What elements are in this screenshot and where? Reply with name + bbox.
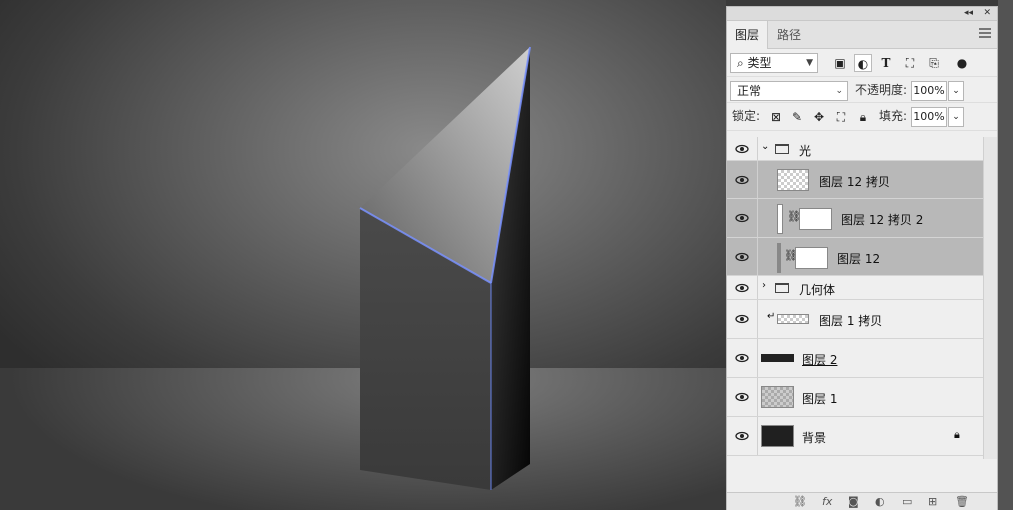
- layers-list: ⌄ 光 图层 12 拷贝 ⛓ 图层 12 拷贝 2 ⛓ 图层 12 › 几何体 …: [727, 137, 983, 459]
- document-canvas[interactable]: [0, 0, 726, 510]
- layer-row[interactable]: 图层 2: [727, 339, 983, 378]
- fill-dropdown-icon[interactable]: ⌄: [948, 107, 964, 127]
- folder-icon: [775, 283, 789, 293]
- layer-name: 图层 2: [802, 353, 838, 367]
- layer-thumbnail: [761, 354, 794, 362]
- chevron-down-icon[interactable]: ⌄: [761, 141, 769, 152]
- lock-transparency-icon[interactable]: ⊠: [767, 108, 785, 126]
- clipping-arrow-icon: ↵: [767, 311, 776, 322]
- eye-icon[interactable]: [735, 392, 749, 402]
- filter-pixel-icon[interactable]: ▣: [831, 54, 849, 72]
- tab-paths[interactable]: 路径: [769, 21, 809, 49]
- layer-name: 图层 1: [802, 392, 838, 406]
- lock-paint-icon[interactable]: ✎: [788, 108, 806, 126]
- filter-row: ⌕ 类型 ▼ ▣ ◐ T ⛶ ⎘ ●: [727, 49, 997, 77]
- blend-row: 正常 ⌄ 不透明度: 100% ⌄: [727, 77, 997, 103]
- filter-smart-object-icon[interactable]: ⎘: [925, 54, 943, 72]
- layer-row-group-light[interactable]: ⌄ 光: [727, 137, 983, 161]
- filter-toggle-icon[interactable]: ●: [953, 54, 971, 72]
- filter-shape-icon[interactable]: ⛶: [901, 54, 919, 72]
- filter-type-icon[interactable]: T: [877, 54, 895, 72]
- lock-label: 锁定:: [732, 109, 761, 123]
- layer-name: 光: [799, 144, 812, 158]
- layer-row[interactable]: ↵ 图层 1 拷贝: [727, 300, 983, 339]
- eye-icon[interactable]: [735, 175, 749, 185]
- lock-icon: 🔒︎: [954, 428, 960, 441]
- eye-icon[interactable]: [735, 431, 749, 441]
- layer-mask-thumbnail: [795, 247, 828, 269]
- blend-mode-select[interactable]: 正常 ⌄: [730, 81, 848, 101]
- layer-name: 几何体: [799, 283, 836, 297]
- folder-icon: [775, 144, 789, 154]
- filter-kind-select[interactable]: ⌕ 类型 ▼: [730, 53, 818, 73]
- adjustment-icon[interactable]: ◐: [875, 495, 885, 508]
- eye-icon[interactable]: [735, 213, 749, 223]
- eye-icon[interactable]: [735, 283, 749, 293]
- panel-menu-icon[interactable]: [979, 28, 991, 40]
- layers-scrollbar[interactable]: [983, 137, 997, 459]
- layer-thumbnail: [777, 314, 809, 324]
- layer-row[interactable]: 图层 1: [727, 378, 983, 417]
- layer-row-group-geometry[interactable]: › 几何体: [727, 276, 983, 300]
- opacity-dropdown-icon[interactable]: ⌄: [948, 81, 964, 101]
- clip-indicator: [777, 204, 783, 234]
- layer-thumbnail: [777, 169, 809, 191]
- search-icon: ⌕: [737, 56, 748, 70]
- lock-move-icon[interactable]: ✥: [810, 108, 828, 126]
- chevron-down-icon: ⌄: [835, 86, 843, 96]
- layer-mask-thumbnail: [799, 208, 832, 230]
- layers-panel: ◂◂ ✕ 图层 路径 ⌕ 类型 ▼ ▣ ◐ T ⛶ ⎘ ● 正常 ⌄ 不透明度:…: [726, 6, 998, 510]
- prism-artwork: [359, 46, 531, 490]
- eye-icon[interactable]: [735, 353, 749, 363]
- layer-name: 图层 12 拷贝 2: [841, 213, 924, 227]
- tab-layers[interactable]: 图层: [727, 21, 769, 49]
- layer-thumbnail: [761, 386, 794, 408]
- panel-tabs: 图层 路径: [727, 21, 997, 49]
- layer-name: 图层 12: [837, 252, 881, 266]
- fx-icon[interactable]: fx: [822, 495, 832, 508]
- chevron-right-icon[interactable]: ›: [762, 280, 766, 291]
- layer-name: 图层 12 拷贝: [819, 175, 890, 189]
- eye-icon[interactable]: [735, 314, 749, 324]
- eye-icon[interactable]: [735, 144, 749, 154]
- opacity-label: 不透明度:: [855, 83, 908, 97]
- layer-row[interactable]: ⛓ 图层 12: [727, 238, 983, 276]
- right-edge-strip: [998, 0, 1013, 510]
- blend-mode-value: 正常: [737, 84, 762, 98]
- collapse-icon[interactable]: ◂◂: [964, 8, 973, 18]
- layer-thumbnail: [761, 425, 794, 447]
- layer-name: 图层 1 拷贝: [819, 314, 883, 328]
- trash-icon[interactable]: 🗑︎: [955, 495, 969, 508]
- filter-kind-label: 类型: [747, 56, 772, 70]
- close-icon[interactable]: ✕: [983, 8, 991, 18]
- panel-title-bar: ◂◂ ✕: [727, 7, 997, 21]
- chevron-down-icon: ▼: [806, 58, 813, 68]
- layer-row[interactable]: 图层 12 拷贝: [727, 161, 983, 199]
- new-layer-icon[interactable]: ⊞: [928, 495, 937, 508]
- lock-artboard-icon[interactable]: ⛶: [832, 108, 850, 126]
- layer-row[interactable]: ⛓ 图层 12 拷贝 2: [727, 199, 983, 238]
- folder-icon[interactable]: ▭: [902, 495, 912, 508]
- layer-name: 背景: [802, 431, 827, 445]
- filter-adjustment-icon[interactable]: ◐: [854, 54, 872, 72]
- clip-indicator: [777, 243, 781, 273]
- layer-row-background[interactable]: 背景 🔒︎: [727, 417, 983, 456]
- mask-icon[interactable]: ◙: [848, 495, 859, 508]
- lock-all-icon[interactable]: 🔒︎: [854, 108, 872, 126]
- panel-bottom-toolbar: ⛓ fx ◙ ◐ ▭ ⊞ 🗑︎: [727, 492, 997, 510]
- link-icon[interactable]: ⛓: [793, 495, 807, 508]
- fill-input[interactable]: 100%: [911, 107, 947, 127]
- eye-icon[interactable]: [735, 252, 749, 262]
- lock-row: 锁定: ⊠ ✎ ✥ ⛶ 🔒︎ 填充: 100% ⌄: [727, 103, 997, 131]
- opacity-input[interactable]: 100%: [911, 81, 947, 101]
- fill-label: 填充:: [879, 109, 908, 123]
